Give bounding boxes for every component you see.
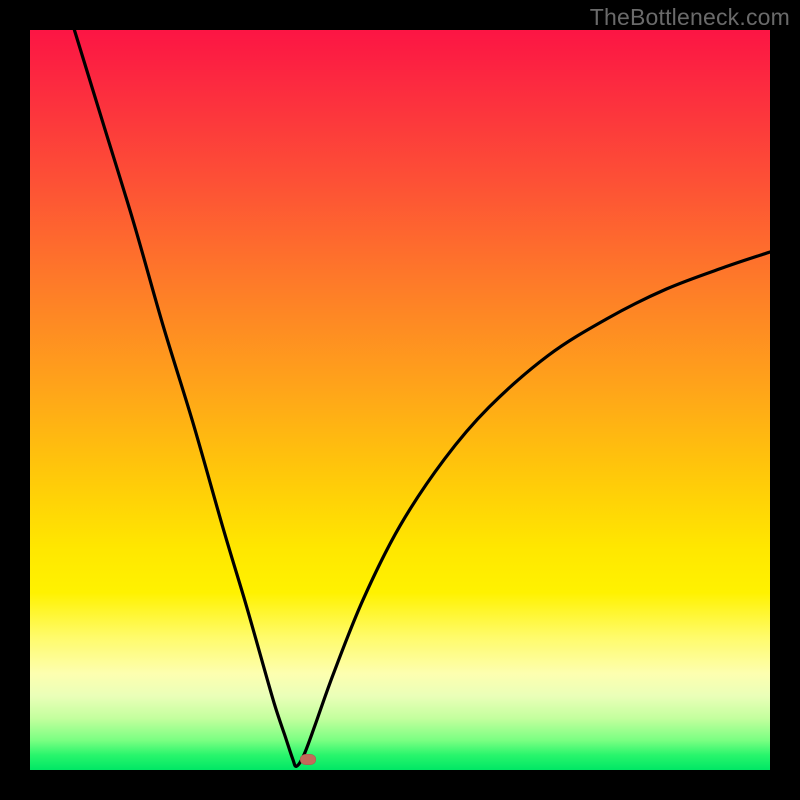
- watermark-text: TheBottleneck.com: [590, 4, 790, 31]
- outer-frame: TheBottleneck.com: [0, 0, 800, 800]
- plot-area: [30, 30, 770, 770]
- vertex-marker: [300, 754, 316, 765]
- bottleneck-curve: [30, 30, 770, 770]
- curve-path: [74, 30, 770, 766]
